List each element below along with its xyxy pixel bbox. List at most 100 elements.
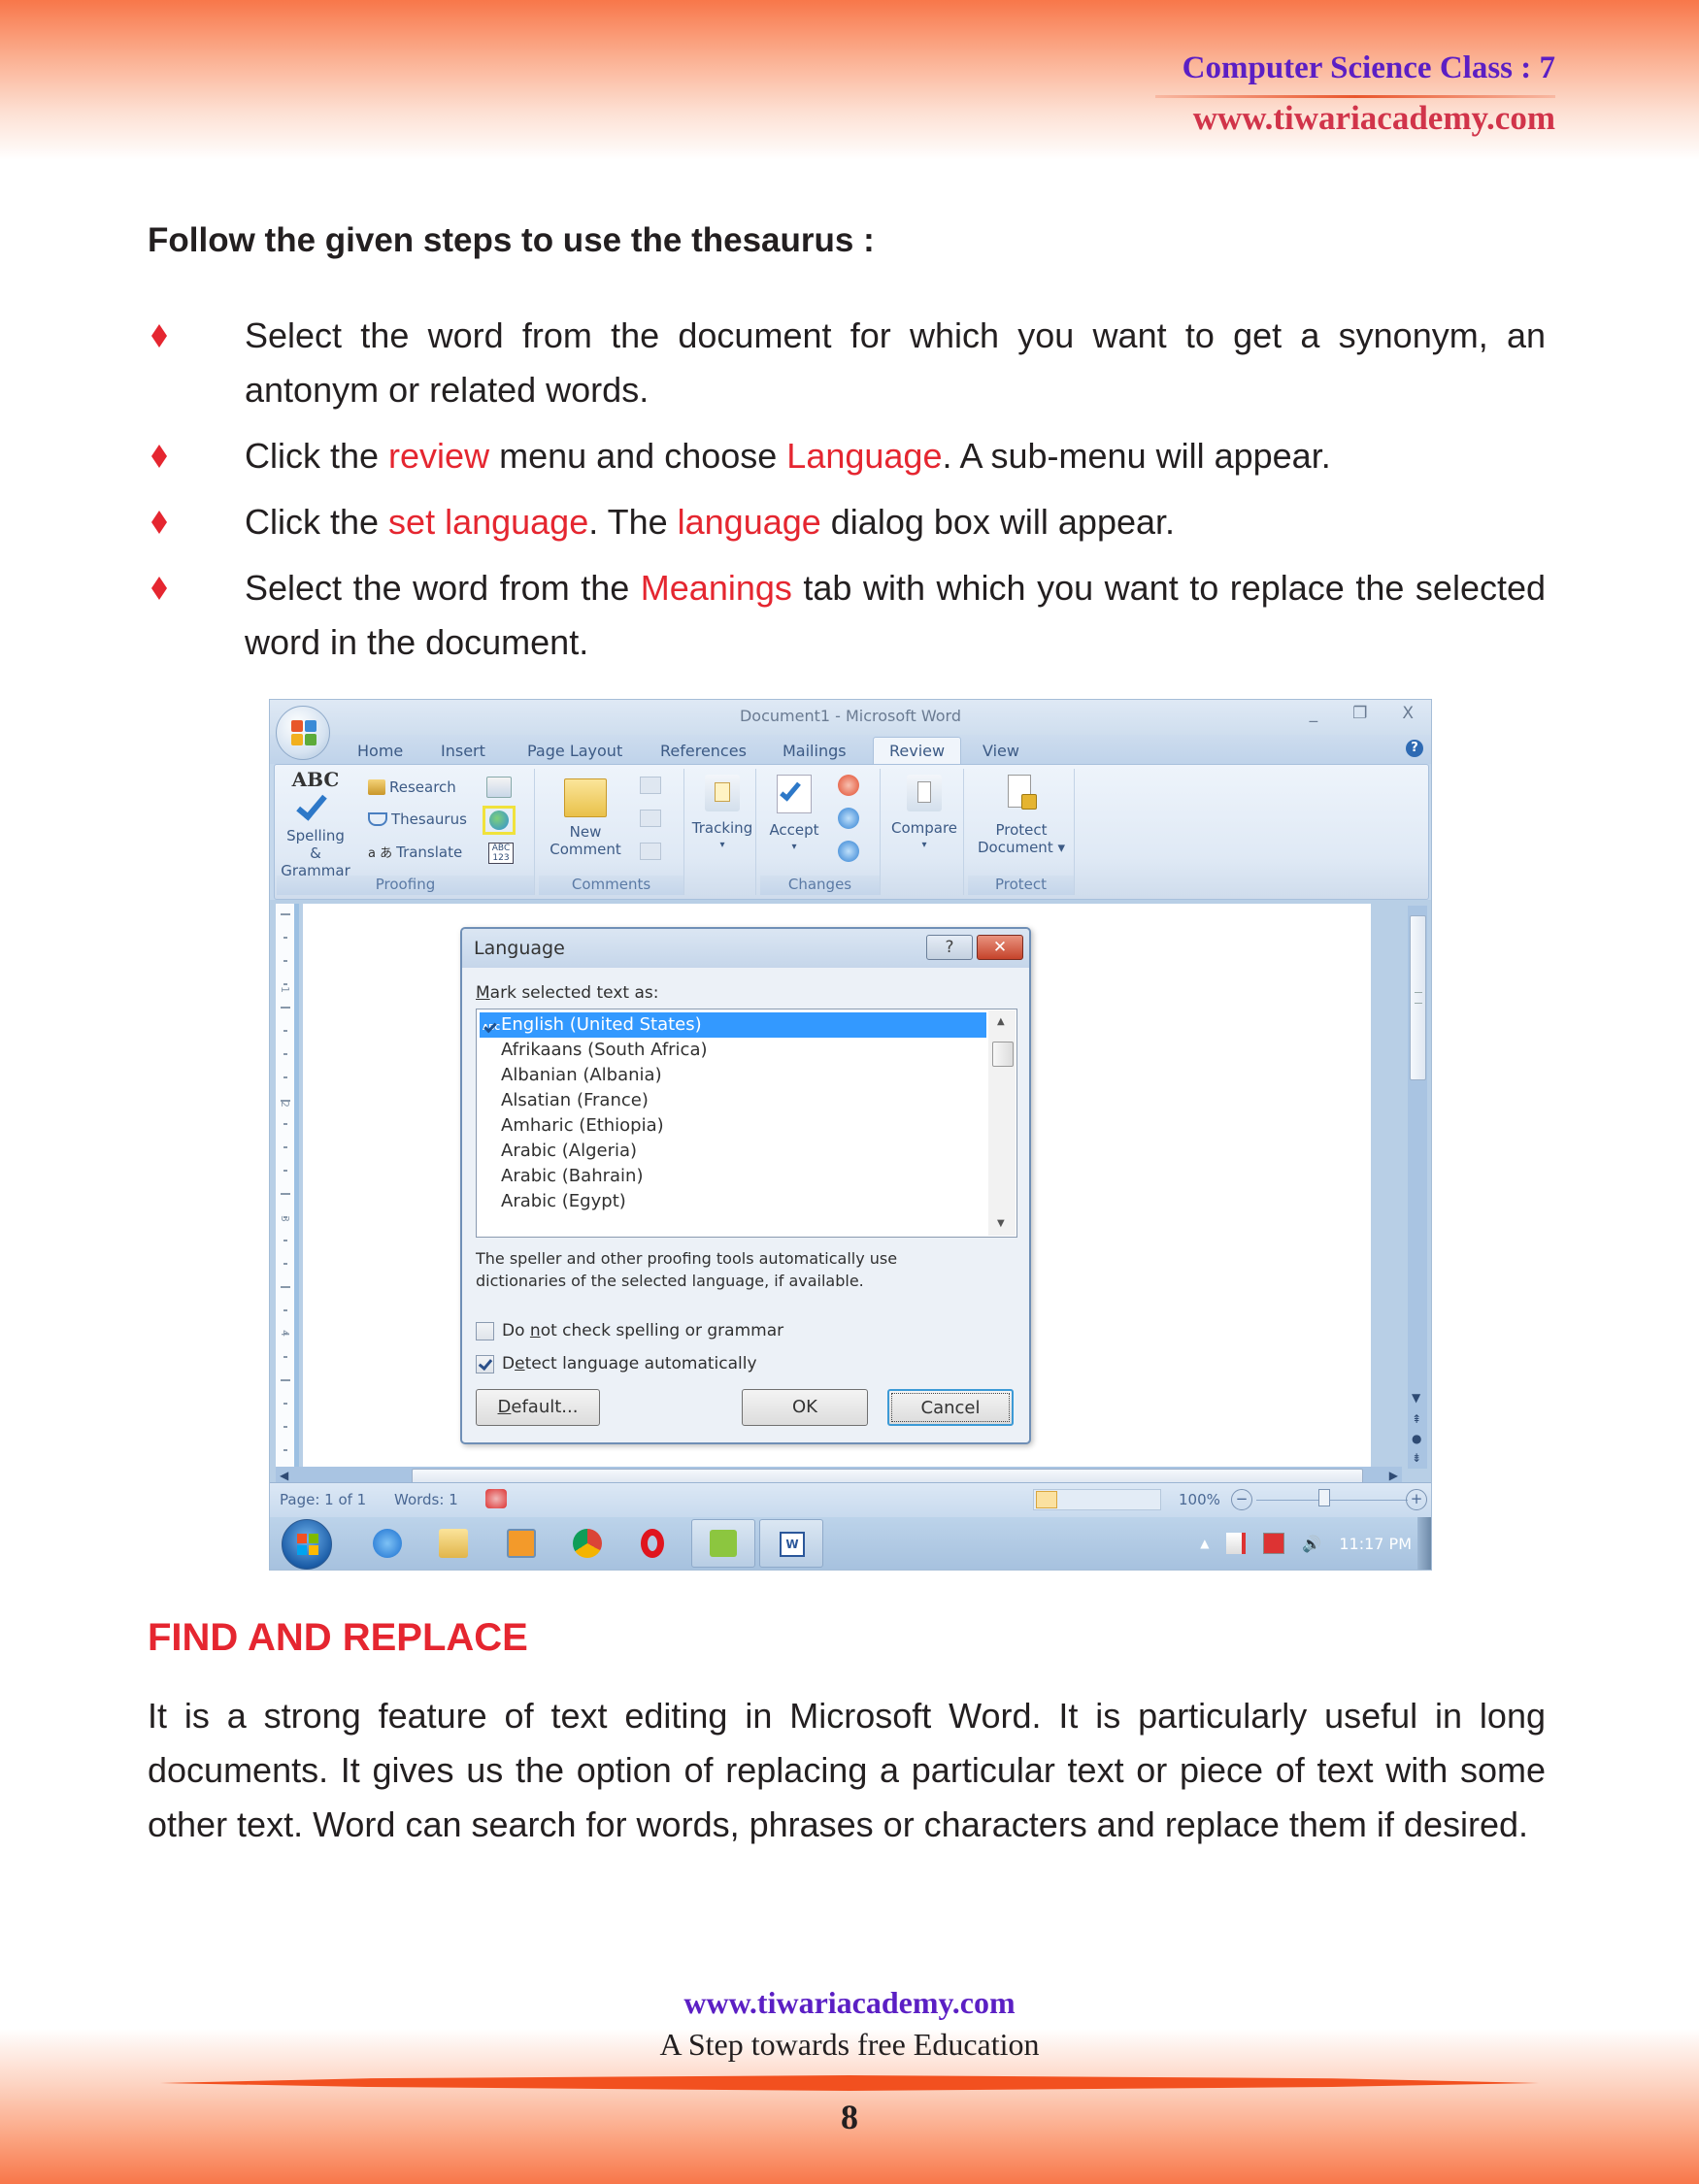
- section-title: FIND AND REPLACE: [148, 1616, 528, 1659]
- ruler-tick: [283, 1170, 287, 1172]
- spellcheck-icon: ABC: [483, 1015, 500, 1035]
- scroll-left-icon[interactable]: ◀: [280, 1469, 288, 1482]
- tracking-icon: [705, 775, 740, 811]
- tracking-button[interactable]: Tracking ▾: [688, 775, 756, 854]
- reject-icon[interactable]: [838, 775, 859, 796]
- diamond-bullet-icon: [151, 511, 167, 534]
- thesaurus-button[interactable]: Thesaurus: [368, 811, 467, 828]
- dialog-title-bar: Language ? ✕: [462, 929, 1029, 968]
- opera-icon[interactable]: [641, 1529, 664, 1558]
- ruler-tick: [283, 1263, 287, 1265]
- default-button[interactable]: Default...: [476, 1389, 600, 1426]
- previous-change-icon[interactable]: [838, 808, 859, 829]
- language-dialog: Language ? ✕ Mark selected text as: ▲ ▼ …: [460, 927, 1031, 1444]
- dialog-help-button[interactable]: ?: [926, 935, 973, 960]
- network-icon[interactable]: [1263, 1533, 1285, 1554]
- accept-button[interactable]: Accept ▾: [762, 775, 826, 856]
- language-option[interactable]: Afrikaans (South Africa): [480, 1038, 986, 1063]
- checkbox-box[interactable]: [476, 1321, 494, 1340]
- close-button[interactable]: X: [1402, 704, 1414, 723]
- zoom-slider-thumb[interactable]: [1318, 1489, 1330, 1506]
- vertical-scroll-thumb[interactable]: [1410, 915, 1426, 1080]
- chrome-icon[interactable]: [573, 1529, 602, 1558]
- language-option[interactable]: Arabic (Egypt): [480, 1189, 986, 1214]
- language-option[interactable]: Arabic (Bahrain): [480, 1164, 986, 1189]
- action-center-icon[interactable]: [1226, 1533, 1247, 1554]
- volume-icon[interactable]: 🔊: [1302, 1535, 1321, 1553]
- scroll-up-icon[interactable]: ▲: [997, 1016, 1005, 1027]
- language-option[interactable]: Alsatian (France): [480, 1088, 986, 1113]
- spelling-grammar-button[interactable]: ABC Spelling & Grammar: [279, 770, 352, 879]
- clock[interactable]: 11:17 PM: [1339, 1535, 1412, 1553]
- taskbar-app-word[interactable]: W: [759, 1519, 823, 1568]
- ruler-tick: [283, 1309, 287, 1311]
- language-list-scrollbar[interactable]: ▲ ▼: [988, 1010, 1016, 1236]
- zoom-out-button[interactable]: −: [1231, 1489, 1252, 1510]
- print-layout-icon[interactable]: [1036, 1491, 1057, 1508]
- previous-comment-icon[interactable]: [640, 810, 661, 827]
- tab-view[interactable]: View: [983, 742, 1019, 760]
- header-website-link[interactable]: www.tiwariacademy.com: [1193, 99, 1555, 138]
- protect-document-button[interactable]: Protect Document ▾: [968, 775, 1075, 856]
- word-count[interactable]: Words: 1: [394, 1491, 458, 1508]
- checkbox-box[interactable]: [476, 1354, 494, 1373]
- ok-button[interactable]: OK: [742, 1389, 868, 1426]
- tab-mailings[interactable]: Mailings: [783, 742, 847, 760]
- ruler-tick: [283, 1076, 287, 1078]
- proofing-errors-icon[interactable]: [485, 1489, 507, 1508]
- steps-list: Select the word from the document for wh…: [148, 309, 1546, 681]
- vertical-scrollbar[interactable]: ▼ ⇞ ● ⇟: [1408, 906, 1427, 1469]
- compare-button[interactable]: Compare ▾: [884, 775, 964, 854]
- language-list-scroll-thumb[interactable]: [992, 1042, 1014, 1067]
- internet-explorer-icon[interactable]: [373, 1529, 402, 1558]
- show-hidden-icons[interactable]: ▲: [1200, 1537, 1209, 1550]
- show-desktop-button[interactable]: [1417, 1517, 1431, 1570]
- tab-references[interactable]: References: [660, 742, 747, 760]
- do-not-check-spelling-checkbox[interactable]: Do not check spelling or grammar: [476, 1321, 783, 1340]
- research-button[interactable]: Research: [368, 778, 456, 796]
- language-option[interactable]: Amharic (Ethiopia): [480, 1113, 986, 1139]
- next-change-icon[interactable]: [838, 841, 859, 862]
- view-buttons[interactable]: [1033, 1489, 1161, 1510]
- cancel-button[interactable]: Cancel: [887, 1389, 1014, 1426]
- tab-page-layout[interactable]: Page Layout: [527, 742, 622, 760]
- next-page-icon[interactable]: ⇟: [1412, 1451, 1421, 1465]
- new-comment-button[interactable]: New Comment: [543, 775, 628, 858]
- language-option[interactable]: Albanian (Albania): [480, 1063, 986, 1088]
- group-compare: Compare ▾: [884, 769, 964, 895]
- translate-button[interactable]: a あ Translate: [368, 843, 462, 862]
- dialog-close-button[interactable]: ✕: [977, 935, 1023, 960]
- ruler-tick: [281, 1193, 290, 1195]
- language-option[interactable]: ABC English (United States): [480, 1012, 986, 1038]
- restore-button[interactable]: ❐: [1352, 704, 1367, 723]
- research-options-icon[interactable]: [486, 777, 512, 798]
- select-browse-object-icon[interactable]: ●: [1412, 1432, 1421, 1445]
- delete-comment-icon[interactable]: [640, 777, 661, 794]
- tab-insert[interactable]: Insert: [441, 742, 485, 760]
- set-language-button[interactable]: [483, 806, 516, 835]
- language-option[interactable]: Arabic (Algeria): [480, 1139, 986, 1164]
- file-explorer-icon[interactable]: [439, 1529, 468, 1558]
- media-player-icon[interactable]: [507, 1529, 536, 1558]
- detect-language-checkbox[interactable]: Detect language automatically: [476, 1354, 757, 1373]
- tab-review[interactable]: Review: [873, 737, 962, 766]
- next-comment-icon[interactable]: [640, 843, 661, 860]
- scroll-down-icon[interactable]: ▼: [1412, 1391, 1420, 1405]
- tab-home[interactable]: Home: [357, 742, 403, 760]
- scroll-right-icon[interactable]: ▶: [1389, 1469, 1398, 1482]
- language-listbox[interactable]: ▲ ▼ ABC English (United States) Afrikaans …: [476, 1009, 1017, 1238]
- help-icon[interactable]: ?: [1406, 740, 1423, 757]
- start-button[interactable]: [282, 1519, 332, 1570]
- ruler-tick: [283, 1123, 287, 1125]
- minimize-button[interactable]: _: [1310, 704, 1318, 723]
- scroll-down-icon[interactable]: ▼: [997, 1218, 1005, 1229]
- previous-page-icon[interactable]: ⇞: [1412, 1412, 1421, 1426]
- zoom-slider[interactable]: [1256, 1500, 1408, 1501]
- taskbar-app-snipping[interactable]: [691, 1519, 755, 1568]
- word-count-icon[interactable]: ABC 123: [488, 843, 514, 864]
- footer-website-link[interactable]: www.tiwariacademy.com: [0, 1985, 1699, 2021]
- page-count[interactable]: Page: 1 of 1: [280, 1491, 366, 1508]
- zoom-in-button[interactable]: +: [1406, 1489, 1427, 1510]
- office-button[interactable]: [276, 706, 330, 760]
- zoom-level[interactable]: 100%: [1179, 1491, 1220, 1508]
